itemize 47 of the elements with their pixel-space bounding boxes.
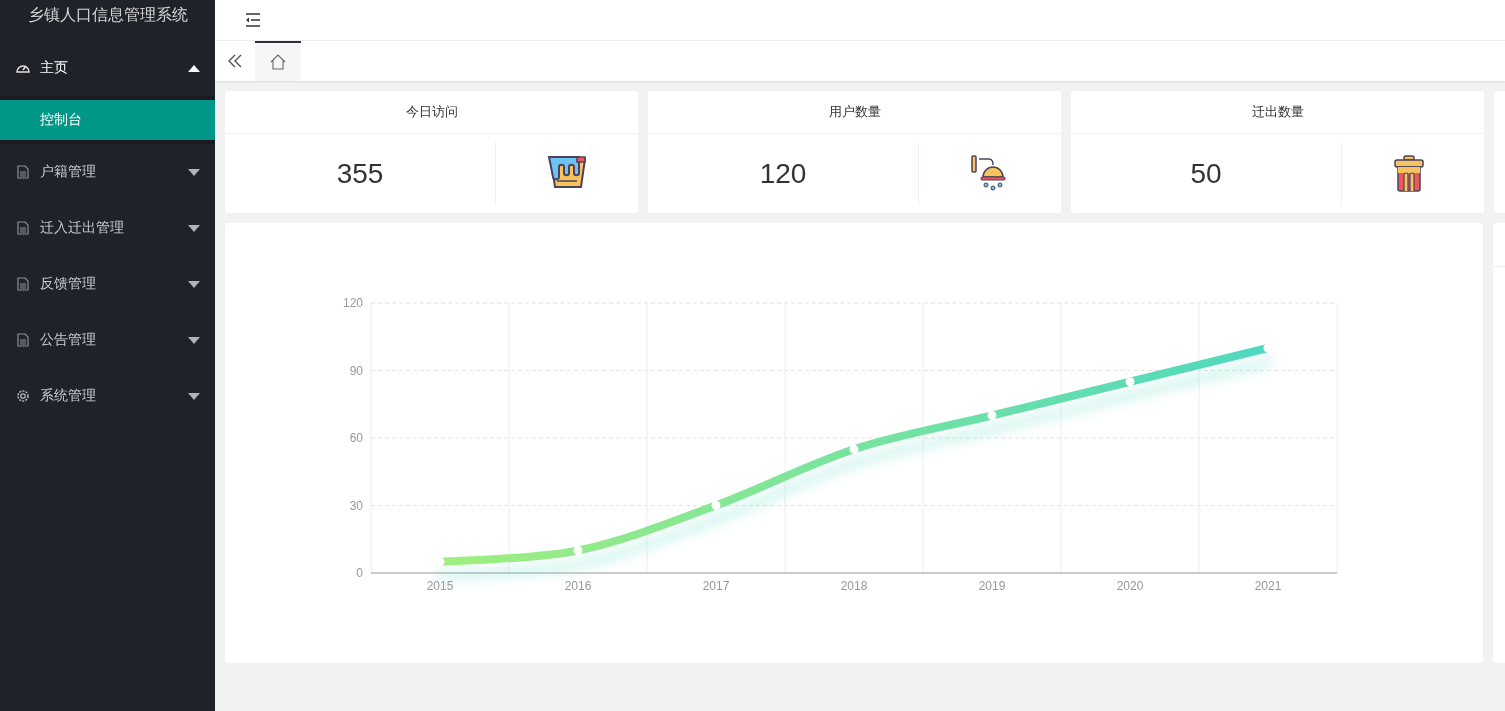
- stat-title: 迁出数量: [1071, 91, 1484, 134]
- menu-item[interactable]: 主页: [0, 40, 215, 96]
- stat-title: 用户数量: [648, 91, 1061, 134]
- menu-item[interactable]: 迁入迁出管理: [0, 200, 215, 256]
- y-tick-label: 60: [349, 431, 363, 445]
- menu-label: 户籍管理: [40, 163, 97, 181]
- x-tick-label: 2020: [1116, 579, 1144, 593]
- data-point: [573, 546, 583, 555]
- y-tick-label: 0: [356, 566, 363, 580]
- stat-value: 50: [1189, 157, 1223, 190]
- menu-label: 系统管理: [40, 387, 97, 405]
- document-icon: [15, 164, 31, 180]
- data-point: [987, 411, 997, 420]
- document-icon: [15, 332, 31, 348]
- menu-label: 反馈管理: [40, 275, 97, 293]
- stat-value: 355: [335, 157, 385, 190]
- menu-item[interactable]: 反馈管理: [0, 256, 215, 312]
- menu-item[interactable]: 公告管理: [0, 312, 215, 368]
- menu-label: 主页: [40, 59, 69, 77]
- submenu-item[interactable]: 控制台: [0, 100, 215, 140]
- y-tick-label: 90: [349, 363, 363, 378]
- menu-collapse-icon[interactable]: [245, 13, 261, 27]
- menu-label: 迁入迁出管理: [40, 219, 125, 237]
- x-tick-label: 2021: [1254, 579, 1282, 593]
- data-point: [1263, 343, 1273, 353]
- data-point: [1125, 377, 1135, 387]
- home-tab[interactable]: [255, 41, 301, 81]
- x-tick-label: 2019: [978, 579, 1006, 593]
- x-tick-label: 2018: [840, 579, 868, 593]
- stat-title: 今日访问: [225, 91, 638, 134]
- document-icon: [15, 276, 31, 292]
- x-tick-label: 2015: [426, 579, 454, 593]
- data-point: [849, 444, 859, 454]
- menu-label: 公告管理: [40, 331, 97, 349]
- menu-item[interactable]: 户籍管理: [0, 144, 215, 200]
- data-point: [435, 557, 445, 567]
- y-tick-label: 30: [349, 498, 363, 513]
- gear-icon: [15, 388, 31, 404]
- x-tick-label: 2017: [702, 579, 730, 593]
- home-icon: [270, 54, 286, 70]
- document-icon: [15, 220, 31, 236]
- data-point: [711, 501, 721, 510]
- menu-item[interactable]: 系统管理: [0, 368, 215, 424]
- double-chevron-left-icon[interactable]: [227, 54, 243, 68]
- y-tick-label: 120: [342, 296, 363, 310]
- x-tick-label: 2016: [564, 579, 592, 593]
- stat-value: 120: [758, 157, 808, 190]
